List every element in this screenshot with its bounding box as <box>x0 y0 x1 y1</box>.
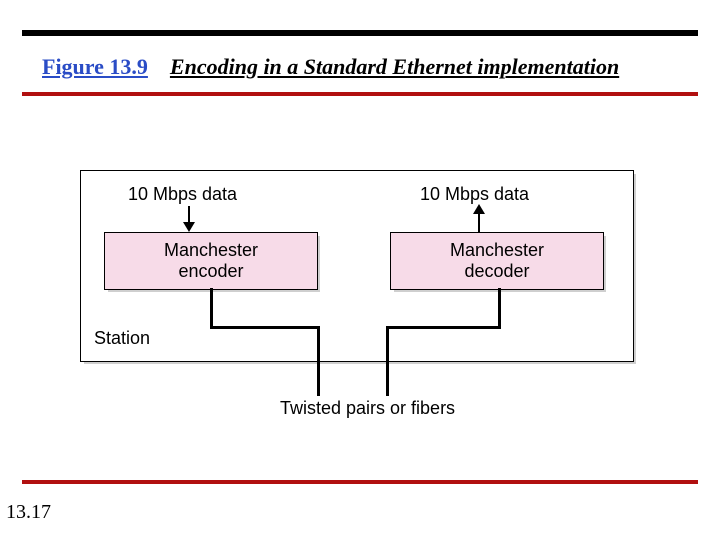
top-rule <box>22 30 698 36</box>
decoder-box: Manchester decoder <box>390 232 604 290</box>
arrow-out-of-decoder-line <box>478 214 480 232</box>
encoder-drop-2 <box>317 326 320 396</box>
encoder-drop-1 <box>210 288 213 328</box>
arrow-out-of-decoder-head <box>473 204 485 214</box>
bottom-rule <box>22 480 698 484</box>
arrow-into-encoder-head <box>183 222 195 232</box>
data-out-label: 10 Mbps data <box>420 184 529 205</box>
decoder-drop-2 <box>386 326 389 396</box>
station-label: Station <box>94 328 150 349</box>
mid-rule <box>22 92 698 96</box>
decoder-horizontal <box>386 326 501 329</box>
decoder-label: Manchester decoder <box>450 240 544 281</box>
figure-number: Figure 13.9 <box>42 54 148 79</box>
decoder-drop-1 <box>498 288 501 328</box>
encoder-label: Manchester encoder <box>164 240 258 281</box>
encoder-box: Manchester encoder <box>104 232 318 290</box>
encoder-horizontal <box>210 326 320 329</box>
page-number: 13.17 <box>6 501 51 524</box>
slide: Figure 13.9 Encoding in a Standard Ether… <box>0 0 720 540</box>
figure-heading: Figure 13.9 Encoding in a Standard Ether… <box>42 54 619 80</box>
figure-title: Encoding in a Standard Ethernet implemen… <box>170 54 619 79</box>
data-in-label: 10 Mbps data <box>128 184 237 205</box>
ethernet-encoding-diagram: 10 Mbps data 10 Mbps data Manchester enc… <box>80 170 640 430</box>
medium-label: Twisted pairs or fibers <box>280 398 455 419</box>
